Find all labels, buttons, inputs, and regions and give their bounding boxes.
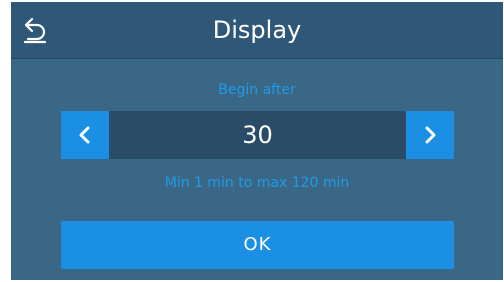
range-hint: Min 1 min to max 120 min	[164, 175, 350, 191]
back-button[interactable]	[23, 16, 49, 44]
header-bar: Display	[11, 2, 503, 59]
chevron-left-icon	[79, 126, 90, 144]
increment-button[interactable]	[406, 111, 454, 159]
chevron-right-icon	[425, 126, 436, 144]
page-title: Display	[212, 16, 302, 44]
begin-after-label: Begin after	[218, 82, 296, 98]
value-stepper: 30	[61, 111, 454, 159]
value-display: 30	[242, 121, 273, 149]
display-screen: Display Begin after 30 Min 1 min to max …	[11, 2, 503, 280]
back-arrow-icon	[23, 17, 47, 44]
ok-button[interactable]: OK	[61, 221, 454, 269]
decrement-button[interactable]	[61, 111, 109, 159]
